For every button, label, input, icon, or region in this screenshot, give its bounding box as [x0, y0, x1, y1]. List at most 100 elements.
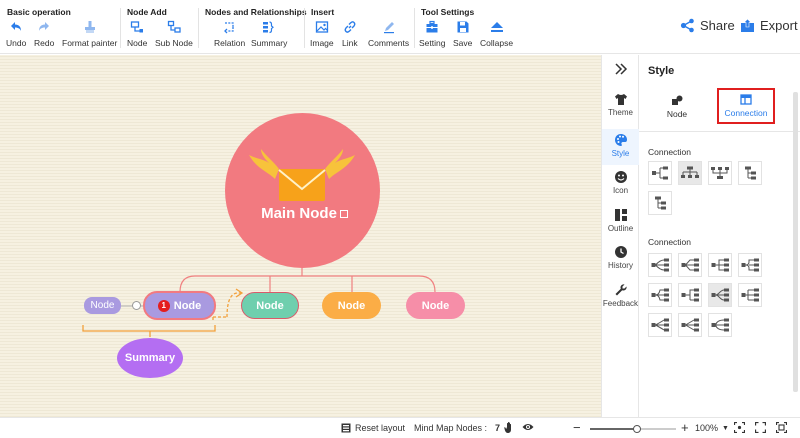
connection-line-option[interactable] [648, 283, 672, 307]
connection-style-option[interactable] [648, 161, 672, 185]
side-node[interactable]: Node [84, 297, 121, 314]
sidebar-item-icon[interactable]: Icon [602, 170, 639, 204]
undo-button[interactable]: Undo [6, 20, 26, 52]
toolbar: Basic operation Undo Redo Format painter… [0, 0, 800, 54]
connection-line-option[interactable] [708, 283, 732, 307]
sidebar-item-style[interactable]: Style [602, 129, 639, 165]
connection-line-option[interactable] [738, 283, 762, 307]
tab-node[interactable]: Node [647, 91, 707, 123]
connection-style-option[interactable] [708, 161, 732, 185]
reset-layout-button[interactable]: Reset layout [341, 423, 405, 433]
group-title: Nodes and Relationships [205, 7, 307, 17]
child-node-1[interactable]: 1 Node [143, 291, 216, 320]
divider [639, 131, 800, 132]
relation-icon [223, 22, 234, 34]
save-label: Save [453, 38, 473, 48]
relation-button[interactable]: Relation [214, 20, 245, 52]
share-button[interactable]: Share [680, 18, 735, 33]
panel-title: Style [648, 65, 675, 77]
sidebar-item-theme[interactable]: Theme [602, 93, 639, 127]
connection-line-option[interactable] [678, 283, 702, 307]
connection-line-option[interactable] [648, 253, 672, 277]
image-icon [315, 21, 328, 33]
sidebar-item-label: Style [611, 149, 630, 158]
summary-button[interactable]: Summary [251, 20, 287, 52]
fullscreen-button[interactable] [755, 422, 766, 433]
node-count-value: 7 [495, 423, 501, 433]
connection-line-option[interactable] [708, 313, 732, 337]
child-node-3[interactable]: Node [322, 292, 381, 319]
sub-node-button[interactable]: Sub Node [155, 20, 193, 52]
fullscreen-icon [755, 422, 766, 433]
side-node-label: Node [90, 300, 115, 311]
image-button[interactable]: Image [310, 20, 334, 52]
zoom-level-select[interactable]: 100% ▼ [695, 423, 729, 433]
fit-view-icon [734, 422, 745, 433]
collapse-label: Collapse [480, 38, 514, 48]
export-button[interactable]: Export [740, 18, 798, 33]
screen-fit-button[interactable] [776, 422, 787, 433]
image-label: Image [310, 38, 334, 48]
mind-map-canvas[interactable]: Main Node Node 1 Node Node Node Node Sum… [0, 55, 601, 417]
export-label: Export [760, 18, 798, 33]
node-count-label: Mind Map Nodes : [414, 423, 488, 433]
sidebar-item-label: Icon [612, 186, 629, 195]
sidebar-item-history[interactable]: History [602, 245, 639, 279]
pan-button[interactable] [502, 421, 514, 434]
redo-icon [39, 22, 50, 31]
sidebar-item-label: Feedback [602, 299, 639, 308]
panel-toggle-button[interactable] [602, 63, 639, 81]
zoom-slider-thumb[interactable] [633, 425, 642, 433]
connection-option-icon [711, 258, 729, 272]
save-button[interactable]: Save [453, 20, 472, 52]
subnode-icon [167, 20, 181, 33]
child-node-label: Node [173, 299, 202, 312]
clock-icon [614, 246, 627, 258]
connection-style-option[interactable] [648, 191, 672, 215]
outline-icon [614, 209, 627, 221]
format-painter-button[interactable]: Format painter [62, 20, 117, 52]
main-node-label: Main Node [261, 205, 337, 222]
save-icon [457, 21, 469, 33]
tab-connection[interactable]: Connection [717, 88, 775, 124]
sidebar-item-feedback[interactable]: Feedback [602, 283, 639, 317]
minus-icon: − [573, 420, 581, 435]
connection-line-option[interactable] [678, 313, 702, 337]
comment-icon [383, 22, 394, 34]
sidebar-item-outline[interactable]: Outline [602, 208, 639, 242]
collapse-toggle[interactable] [132, 301, 141, 310]
node-add-button[interactable]: Node [127, 20, 147, 52]
child-node-4[interactable]: Node [406, 292, 465, 319]
group-title: Tool Settings [421, 7, 475, 17]
fit-view-button[interactable] [734, 422, 745, 433]
link-button[interactable]: Link [342, 20, 358, 52]
summary-node[interactable]: Summary [117, 338, 183, 378]
zoom-out-button[interactable]: − [573, 420, 581, 435]
connection-line-option[interactable] [648, 313, 672, 337]
connection-line-option[interactable] [678, 253, 702, 277]
preview-button[interactable] [522, 422, 534, 432]
connection-option-icon [681, 166, 699, 178]
redo-button[interactable]: Redo [34, 20, 54, 52]
connection-line-option[interactable] [738, 253, 762, 277]
child-node-2[interactable]: Node [241, 292, 299, 319]
reset-layout-icon [341, 423, 351, 433]
main-node[interactable]: Main Node [225, 113, 380, 268]
group-title: Basic operation [7, 7, 71, 17]
setting-button[interactable]: Setting [419, 20, 445, 52]
comments-button[interactable]: Comments [368, 20, 409, 52]
connection-line-option[interactable] [708, 253, 732, 277]
format-painter-label: Format painter [62, 38, 118, 48]
section-label: Connection [648, 147, 692, 157]
connection-option-icon [741, 258, 759, 272]
scrollbar[interactable] [793, 92, 798, 392]
hand-icon [504, 421, 511, 433]
connection-style-option[interactable] [678, 161, 702, 185]
note-icon [340, 210, 348, 218]
connection-style-option[interactable] [738, 161, 762, 185]
child-node-label: Node [421, 299, 450, 312]
zoom-slider[interactable] [590, 425, 676, 433]
sidebar-item-label: History [608, 261, 633, 270]
collapse-button[interactable]: Collapse [480, 20, 513, 52]
zoom-in-button[interactable]: + [681, 420, 689, 435]
